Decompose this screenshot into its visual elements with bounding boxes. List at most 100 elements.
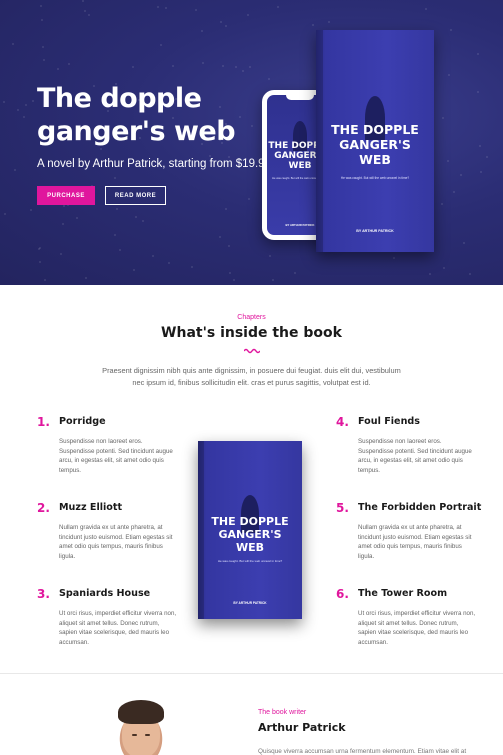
book-cover-author: BY ARTHUR PATRICK: [233, 601, 267, 605]
background-speck: [450, 29, 452, 31]
background-speck: [39, 261, 41, 263]
background-speck: [393, 257, 395, 259]
background-speck: [486, 156, 488, 158]
background-speck: [442, 117, 444, 119]
background-speck: [425, 8, 427, 10]
background-speck: [60, 253, 62, 255]
hero-book-mockup: THE DOPPLE GANGER'S WEB He was caught. B…: [316, 30, 434, 252]
background-speck: [469, 273, 471, 275]
avatar-eye: [132, 734, 137, 736]
center-book-mockup: THE DOPPLE GANGER'S WEB He was caught. B…: [198, 441, 302, 619]
background-speck: [32, 100, 34, 102]
background-speck: [68, 63, 70, 65]
book-cover-author: BY ARTHUR PATRICK: [356, 229, 394, 233]
chapter-title: The Forbidden Portrait: [358, 502, 482, 513]
background-speck: [14, 169, 16, 171]
chapter-description: Nullam gravida ex ut ante pharetra, at t…: [59, 524, 173, 560]
writer-bio: Quisque viverra accumsan urna fermentum …: [258, 748, 467, 755]
background-speck: [82, 0, 84, 2]
background-speck: [480, 171, 482, 173]
background-speck: [12, 43, 14, 45]
background-speck: [247, 14, 249, 16]
background-speck: [25, 104, 27, 106]
background-speck: [38, 248, 40, 250]
chapter-title: The Tower Room: [358, 588, 448, 599]
hero-section: The dopple ganger's web A novel by Arthu…: [0, 0, 503, 285]
background-speck: [133, 269, 135, 271]
background-speck: [328, 21, 330, 23]
avatar-eye: [145, 734, 150, 736]
chapter-title: Porridge: [59, 416, 106, 427]
background-speck: [312, 24, 314, 26]
background-speck: [225, 25, 227, 27]
background-speck: [463, 242, 465, 244]
chapter-title: Muzz Elliott: [59, 502, 123, 513]
book-cover-title: THE DOPPLE GANGER'S WEB: [211, 515, 289, 554]
chapter-title: Foul Fiends: [358, 416, 420, 427]
chapter-number: 3.: [37, 587, 50, 601]
background-speck: [448, 74, 450, 76]
background-speck: [3, 101, 5, 103]
chapters-intro: Praesent dignissim nibh quis ante dignis…: [102, 366, 401, 387]
background-speck: [219, 236, 221, 238]
phone-notch: [286, 95, 314, 100]
background-speck: [235, 66, 237, 68]
background-speck: [116, 208, 118, 210]
background-speck: [233, 279, 235, 281]
author-avatar: [108, 698, 174, 755]
background-speck: [191, 266, 193, 268]
background-speck: [242, 70, 244, 72]
background-speck: [76, 217, 78, 219]
background-speck: [172, 65, 174, 67]
background-speck: [443, 267, 445, 269]
read-more-button[interactable]: READ MORE: [105, 186, 166, 205]
background-speck: [23, 116, 25, 118]
chapter-number: 5.: [336, 501, 349, 515]
background-speck: [132, 66, 134, 68]
background-speck: [222, 65, 224, 67]
background-speck: [229, 272, 231, 274]
hero-subtitle: A novel by Arthur Patrick, starting from…: [37, 158, 271, 170]
chapter-number: 2.: [37, 501, 50, 515]
background-speck: [63, 205, 65, 207]
book-cover-title: THE DOPPLE GANGER'S WEB: [331, 122, 419, 167]
background-speck: [88, 14, 90, 16]
background-speck: [168, 262, 170, 264]
background-speck: [4, 213, 6, 215]
chapter-description: Suspendisse non laoreet eros. Suspendiss…: [59, 438, 173, 474]
background-speck: [84, 10, 86, 12]
background-speck: [477, 53, 479, 55]
background-speck: [100, 148, 102, 150]
background-speck: [41, 19, 43, 21]
writer-kicker: The book writer: [258, 709, 307, 716]
background-speck: [135, 216, 137, 218]
background-speck: [114, 177, 116, 179]
book-cover-tagline: He was caught. But will the web unravel …: [340, 176, 410, 180]
chapter-description: Nullam gravida ex ut ante pharetra, at t…: [358, 524, 472, 560]
background-speck: [30, 209, 32, 211]
background-speck: [85, 277, 87, 279]
background-speck: [249, 66, 251, 68]
background-speck: [228, 245, 230, 247]
background-speck: [269, 255, 271, 257]
chapter-description: Ut orci risus, imperdiet efficitur viver…: [358, 610, 476, 646]
background-speck: [441, 203, 443, 205]
background-speck: [152, 255, 154, 257]
purchase-button[interactable]: PURCHASE: [37, 186, 95, 205]
background-speck: [460, 174, 462, 176]
background-speck: [225, 208, 227, 210]
background-speck: [268, 78, 270, 80]
background-speck: [62, 223, 64, 225]
background-speck: [43, 59, 45, 61]
background-speck: [157, 6, 159, 8]
background-speck: [277, 6, 279, 8]
chapter-number: 4.: [336, 415, 349, 429]
background-speck: [479, 145, 481, 147]
background-speck: [142, 220, 144, 222]
chapter-description: Ut orci risus, imperdiet efficitur viver…: [59, 610, 177, 646]
background-speck: [119, 249, 121, 251]
background-speck: [160, 44, 162, 46]
chapters-kicker: Chapters: [237, 314, 266, 321]
background-speck: [220, 21, 222, 23]
background-speck: [17, 109, 19, 111]
